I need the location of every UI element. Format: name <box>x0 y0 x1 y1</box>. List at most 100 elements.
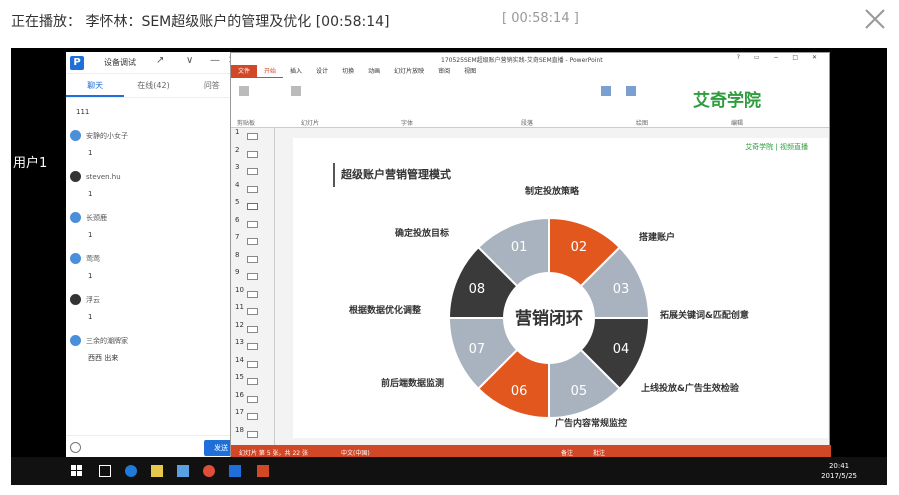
message-list: 111 安静的小女子 1 steven.hu 1 长颈鹿 1 莺莺 1 浮云 1 <box>66 102 242 375</box>
list-item: steven.hu 1 <box>66 170 242 211</box>
menu-review[interactable]: 审阅 <box>431 65 457 78</box>
slide-thumb[interactable]: 6 <box>231 216 274 234</box>
menu-view[interactable]: 视图 <box>457 65 483 78</box>
step-label: 拓展关键词&匹配创意 <box>660 311 749 321</box>
avatar <box>70 294 81 305</box>
slide-thumb[interactable]: 12 <box>231 321 274 339</box>
menu-file[interactable]: 文件 <box>231 65 258 78</box>
chevron-down-icon[interactable]: ∨ <box>186 55 193 66</box>
link-icon[interactable]: ↗ <box>156 55 164 66</box>
message-text: 1 <box>88 313 93 321</box>
windows-taskbar: 20:41 2017/5/25 <box>11 457 887 485</box>
message-text: 1 <box>88 190 93 198</box>
file-explorer-icon[interactable] <box>151 465 163 477</box>
clock-date: 2017/5/25 <box>821 472 857 480</box>
step-label: 广告内容常规监控 <box>555 419 628 429</box>
slide-thumb[interactable]: 9 <box>231 268 274 286</box>
menu-transitions[interactable]: 切换 <box>335 65 361 78</box>
avatar <box>70 212 81 223</box>
menu-design[interactable]: 设计 <box>309 65 335 78</box>
chrome-icon[interactable] <box>203 465 215 477</box>
edge-browser-icon[interactable] <box>125 465 137 477</box>
powerpoint-window: 170525SEM超级账户营销实践-艾奇SEM直播 - PowerPoint ?… <box>230 52 831 460</box>
message-author: 安静的小女子 <box>86 132 128 140</box>
chat-header: P 设备调试 ↗ ∨ — ✕ <box>66 52 241 74</box>
list-item: 三余的潮牌家 西西 出来 <box>66 334 242 375</box>
slide-thumb[interactable]: 10 <box>231 286 274 304</box>
slide-thumb[interactable]: 4 <box>231 181 274 199</box>
new-slide-icon[interactable] <box>291 86 301 96</box>
menu-animations[interactable]: 动画 <box>361 65 387 78</box>
group-editing: 编辑 <box>731 120 744 127</box>
message-text: 1 <box>88 149 93 157</box>
message-author: 三余的潮牌家 <box>86 337 128 345</box>
video-area[interactable]: 用户1 P 设备调试 ↗ ∨ — ✕ 聊天 在线(42) 问答 111 安静的小… <box>11 48 887 485</box>
group-clipboard: 剪贴板 <box>237 120 256 127</box>
close-icon[interactable] <box>862 6 888 32</box>
slide-canvas[interactable]: 艾奇学院 | 视频直播 超级账户营销管理模式 01 02 03 04 05 06 07 08 … <box>293 138 828 438</box>
arrange-icon[interactable] <box>626 86 636 96</box>
user-label: 用户1 <box>13 156 48 171</box>
step-label: 前后端数据监测 <box>381 379 445 389</box>
shape-icon[interactable] <box>601 86 611 96</box>
list-item: 浮云 1 <box>66 293 242 334</box>
step-label: 确定投放目标 <box>395 229 450 239</box>
ppt-menu: 文件 开始 插入 设计 切换 动画 幻灯片放映 审阅 视图 <box>231 65 829 78</box>
player-header: 正在播放： 李怀林：SEM超级账户的管理及优化 [00:58:14] [ 00:… <box>0 0 899 40</box>
message-text: 西西 出来 <box>88 354 119 362</box>
clock-time: 20:41 <box>828 462 850 470</box>
slide-thumb[interactable]: 16 <box>231 391 274 409</box>
avatar <box>70 171 81 182</box>
list-item: 安静的小女子 1 <box>66 129 242 170</box>
brand-logo: 艾奇学院 <box>693 91 761 111</box>
message-author: steven.hu <box>86 173 121 181</box>
slide-thumb[interactable]: 8 <box>231 251 274 269</box>
message-author: 浮云 <box>86 296 100 304</box>
tab-chat[interactable]: 聊天 <box>66 74 125 97</box>
task-view-icon[interactable] <box>99 465 111 477</box>
menu-insert[interactable]: 插入 <box>283 65 309 78</box>
status-comments[interactable]: 批注 <box>593 448 605 457</box>
slide-thumb[interactable]: 11 <box>231 303 274 321</box>
slide-thumb[interactable]: 14 <box>231 356 274 374</box>
list-item: 长颈鹿 1 <box>66 211 242 252</box>
windows-start-icon[interactable] <box>71 465 83 477</box>
paste-icon[interactable] <box>239 86 249 96</box>
slide-thumb[interactable]: 17 <box>231 408 274 426</box>
window-controls[interactable]: ? ▭ − □ ✕ <box>737 54 823 61</box>
group-font: 字体 <box>401 120 414 127</box>
avatar <box>70 253 81 264</box>
chat-panel: P 设备调试 ↗ ∨ — ✕ 聊天 在线(42) 问答 111 安静的小女子 1… <box>66 52 242 461</box>
message-text: 111 <box>76 108 90 116</box>
loop-center-label: 营销闭环 <box>515 308 583 329</box>
slide-thumb[interactable]: 15 <box>231 373 274 391</box>
tab-online[interactable]: 在线(42) <box>124 74 182 97</box>
group-slides: 幻灯片 <box>301 120 320 127</box>
app-logo-icon: P <box>70 56 84 70</box>
message-author: 莺莺 <box>86 255 100 263</box>
slide-thumb[interactable]: 5 <box>231 198 274 216</box>
slide-thumb[interactable]: 7 <box>231 233 274 251</box>
group-paragraph: 段落 <box>521 120 534 127</box>
step-number: 04 <box>613 342 630 357</box>
emoji-icon[interactable] <box>70 442 81 453</box>
powerpoint-icon[interactable] <box>257 465 269 477</box>
step-number: 03 <box>613 282 630 297</box>
store-icon[interactable] <box>177 465 189 477</box>
slide-thumb[interactable]: 2 <box>231 146 274 164</box>
step-label: 根据数据优化调整 <box>349 306 422 316</box>
marketing-loop-diagram: 01 02 03 04 05 06 07 08 营销闭环 <box>447 216 651 420</box>
minimize-icon[interactable]: — <box>210 55 220 66</box>
status-slide-info: 幻灯片 第 5 张，共 22 张 <box>239 450 308 457</box>
ppt-titlebar: 170525SEM超级账户营销实践-艾奇SEM直播 - PowerPoint ?… <box>231 53 829 65</box>
menu-home[interactable]: 开始 <box>257 65 284 78</box>
slide-thumb[interactable]: 13 <box>231 338 274 356</box>
taskbar-clock[interactable]: 20:41 2017/5/25 <box>821 461 857 481</box>
menu-slideshow[interactable]: 幻灯片放映 <box>387 65 431 78</box>
slide-thumb[interactable]: 1 <box>231 128 274 146</box>
slide-thumb[interactable]: 18 <box>231 426 274 444</box>
slide-thumb[interactable]: 3 <box>231 163 274 181</box>
live-app-icon[interactable] <box>229 465 241 477</box>
player-title: 正在播放： 李怀林：SEM超级账户的管理及优化 [00:58:14] <box>11 14 390 30</box>
status-notes[interactable]: 备注 <box>561 448 573 457</box>
